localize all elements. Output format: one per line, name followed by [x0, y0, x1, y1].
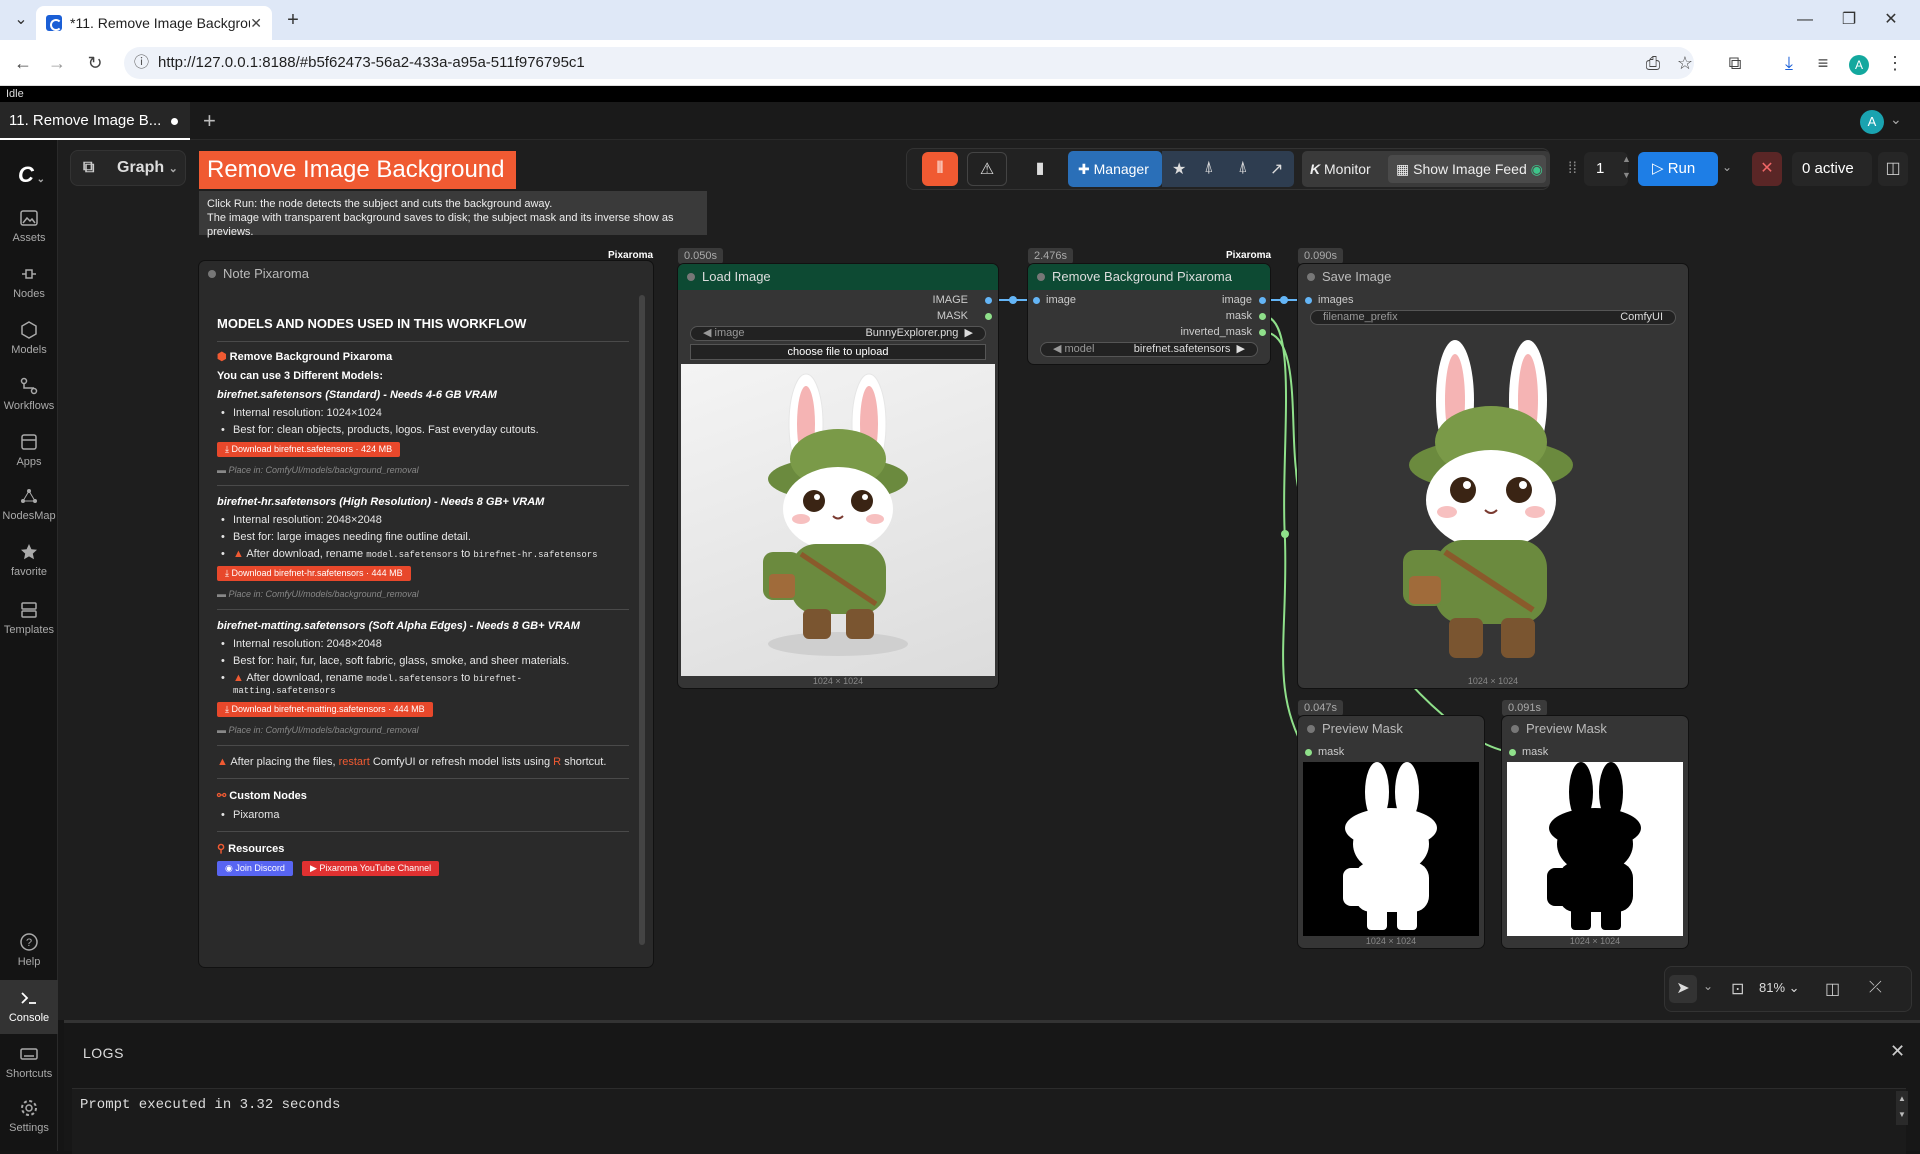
play-icon: ▷: [1652, 160, 1668, 177]
node-title: Preview Mask: [1298, 716, 1484, 742]
execution-time-badge: 0.050s: [678, 248, 724, 264]
active-queue-button[interactable]: 0 active: [1792, 152, 1872, 186]
cancel-run-button[interactable]: ✕: [1752, 152, 1782, 186]
minimap-icon[interactable]: ◫: [1825, 979, 1840, 999]
execution-time-badge: 0.091s: [1502, 700, 1548, 716]
network-icon: ⚯: [217, 790, 230, 802]
drag-handle-icon[interactable]: ⁞⁞: [1568, 160, 1577, 178]
remove-background-pixaroma-node[interactable]: Remove Background Pixaroma image image m…: [1028, 264, 1270, 364]
hide-links-icon[interactable]: ⤫: [1869, 979, 1882, 997]
mask-preview: [1303, 762, 1479, 936]
bookmark-icon[interactable]: ▮: [1022, 152, 1058, 186]
folder-icon: ▬: [217, 589, 229, 599]
load-image-node[interactable]: Load Image IMAGE MASK ◀ image BunnyExplor…: [678, 264, 998, 688]
title-description: Click Run: the node detects the subject …: [199, 191, 707, 238]
image-feed-icon: ▦: [1396, 161, 1414, 177]
logs-output: Prompt executed in 3.32 seconds: [72, 1088, 1906, 1154]
note-content: MODELS AND NODES USED IN THIS WORKFLOW ⬢…: [217, 312, 629, 876]
output-port-inverted-mask[interactable]: [1259, 329, 1266, 336]
inverted-mask-preview: [1507, 762, 1683, 936]
note-scrollbar[interactable]: [639, 295, 645, 945]
output-port-image[interactable]: [1259, 297, 1266, 304]
preview-inverted-mask-node[interactable]: Preview Mask mask 1024 × 1024: [1502, 716, 1688, 948]
pin-icon: ⚲: [217, 843, 229, 855]
filename-prefix-widget[interactable]: filename_prefix ComfyUI: [1310, 310, 1676, 325]
cube-icon: ⬢: [217, 351, 230, 363]
logs-title: LOGS: [83, 1045, 124, 1061]
chevron-down-icon[interactable]: ⌄: [1703, 979, 1713, 993]
star-icon[interactable]: ★: [1172, 159, 1186, 179]
white-bunny-mask: [1343, 762, 1437, 930]
manager-button[interactable]: ✚ Manager: [1068, 151, 1162, 187]
loaded-image-preview: [681, 364, 995, 676]
input-port-images[interactable]: [1305, 297, 1312, 304]
zoom-level[interactable]: 81% ⌄: [1759, 980, 1800, 996]
saved-image-preview: [1383, 330, 1603, 674]
node-title: Preview Mask: [1502, 716, 1688, 742]
graph-icon: ⧉: [83, 159, 95, 176]
manager-tools: ★ ⍋ ⍋ ↗: [1162, 151, 1294, 187]
run-options-chevron-icon[interactable]: ⌄: [1722, 160, 1732, 174]
execution-time-badge: 2.476s: [1028, 248, 1074, 264]
warning-icon: ▲: [233, 548, 247, 560]
join-discord-button[interactable]: ◉ Join Discord: [217, 861, 293, 876]
graph-menu-button[interactable]: ⧉ Graph ⌄: [70, 150, 186, 186]
model-combo-widget[interactable]: ◀ model birefnet.safetensors ▶: [1040, 342, 1258, 357]
stepper-up-icon[interactable]: ▲: [1622, 154, 1631, 164]
close-logs-icon[interactable]: ✕: [1890, 1041, 1905, 1062]
output-port-image[interactable]: [985, 297, 992, 304]
youtube-channel-button[interactable]: ▶ Pixaroma YouTube Channel: [301, 861, 440, 876]
stepper-down-icon[interactable]: ▼: [1622, 170, 1631, 180]
show-image-feed-button[interactable]: ▦ Show Image Feed ◉: [1388, 155, 1546, 183]
download-birefnet-matting-button[interactable]: ⤓ Download birefnet-matting.safetensors …: [217, 702, 433, 717]
audio-wave-icon[interactable]: ⫴: [922, 152, 958, 186]
input-port-mask[interactable]: [1509, 749, 1516, 756]
pixaroma-badge: Pixaroma: [1226, 250, 1272, 261]
download-birefnet-button[interactable]: ⤓ Download birefnet.safetensors · 424 MB: [217, 442, 401, 457]
bunny-image: [763, 373, 908, 656]
output-port-mask[interactable]: [1259, 313, 1266, 320]
warning-icon: ▲: [217, 756, 231, 768]
node-title: Load Image: [678, 264, 998, 290]
image-combo-widget[interactable]: ◀ image BunnyExplorer.png ▶: [690, 326, 986, 341]
toggle-on-icon: ◉: [1530, 161, 1543, 177]
output-port-mask[interactable]: [985, 313, 992, 320]
model-alt-icon[interactable]: ⍋: [1238, 159, 1248, 177]
discord-icon: ◉: [225, 863, 236, 873]
node-title: Remove Background Pixaroma: [1028, 264, 1270, 290]
monitor-group: K Monitor ▦ Show Image Feed ◉: [1302, 151, 1550, 187]
save-image-node[interactable]: Save Image images filename_prefix ComfyUI…: [1298, 264, 1688, 688]
panel-toggle-icon[interactable]: ◫: [1878, 152, 1908, 186]
preview-mask-node[interactable]: Preview Mask mask 1024 × 1024: [1298, 716, 1484, 948]
share-icon[interactable]: ↗: [1270, 159, 1283, 179]
fit-view-icon[interactable]: ⊡: [1731, 979, 1744, 999]
choose-file-button[interactable]: choose file to upload: [690, 344, 986, 360]
bunny-cutout-image: [1403, 340, 1573, 658]
input-port-mask[interactable]: [1305, 749, 1312, 756]
youtube-icon: ▶: [309, 863, 320, 873]
model-icon[interactable]: ⍋: [1204, 159, 1214, 177]
node-title: Note Pixaroma: [199, 261, 653, 287]
canvas-tools: ➤ ⌄ ⊡ 81% ⌄ ◫ ⤫: [1664, 966, 1912, 1012]
logs-scrollbar[interactable]: ▲ ▼: [1896, 1091, 1908, 1125]
puzzle-icon: ✚: [1078, 161, 1094, 177]
execution-time-badge: 0.090s: [1298, 248, 1344, 264]
monitor-button[interactable]: K Monitor: [1310, 161, 1371, 177]
black-bunny-mask: [1547, 762, 1641, 930]
execution-time-badge: 0.047s: [1298, 700, 1344, 716]
select-pointer-icon[interactable]: ➤: [1669, 975, 1697, 1003]
run-button[interactable]: ▷ Run: [1638, 152, 1718, 186]
folder-icon: ▬: [217, 725, 229, 735]
download-birefnet-hr-button[interactable]: ⤓ Download birefnet-hr.safetensors · 444…: [217, 566, 411, 581]
logs-panel: LOGS ✕ Prompt executed in 3.32 seconds ▲…: [64, 1020, 1920, 1154]
folder-icon: ▬: [217, 465, 229, 475]
page-title: Remove Image Background: [199, 151, 516, 189]
node-title: Save Image: [1298, 264, 1688, 290]
chevron-down-icon: ⌄: [168, 163, 178, 175]
input-port-image[interactable]: [1033, 297, 1040, 304]
comfy-triangle-icon[interactable]: ⚠: [967, 152, 1007, 186]
warning-icon: ▲: [233, 672, 247, 684]
